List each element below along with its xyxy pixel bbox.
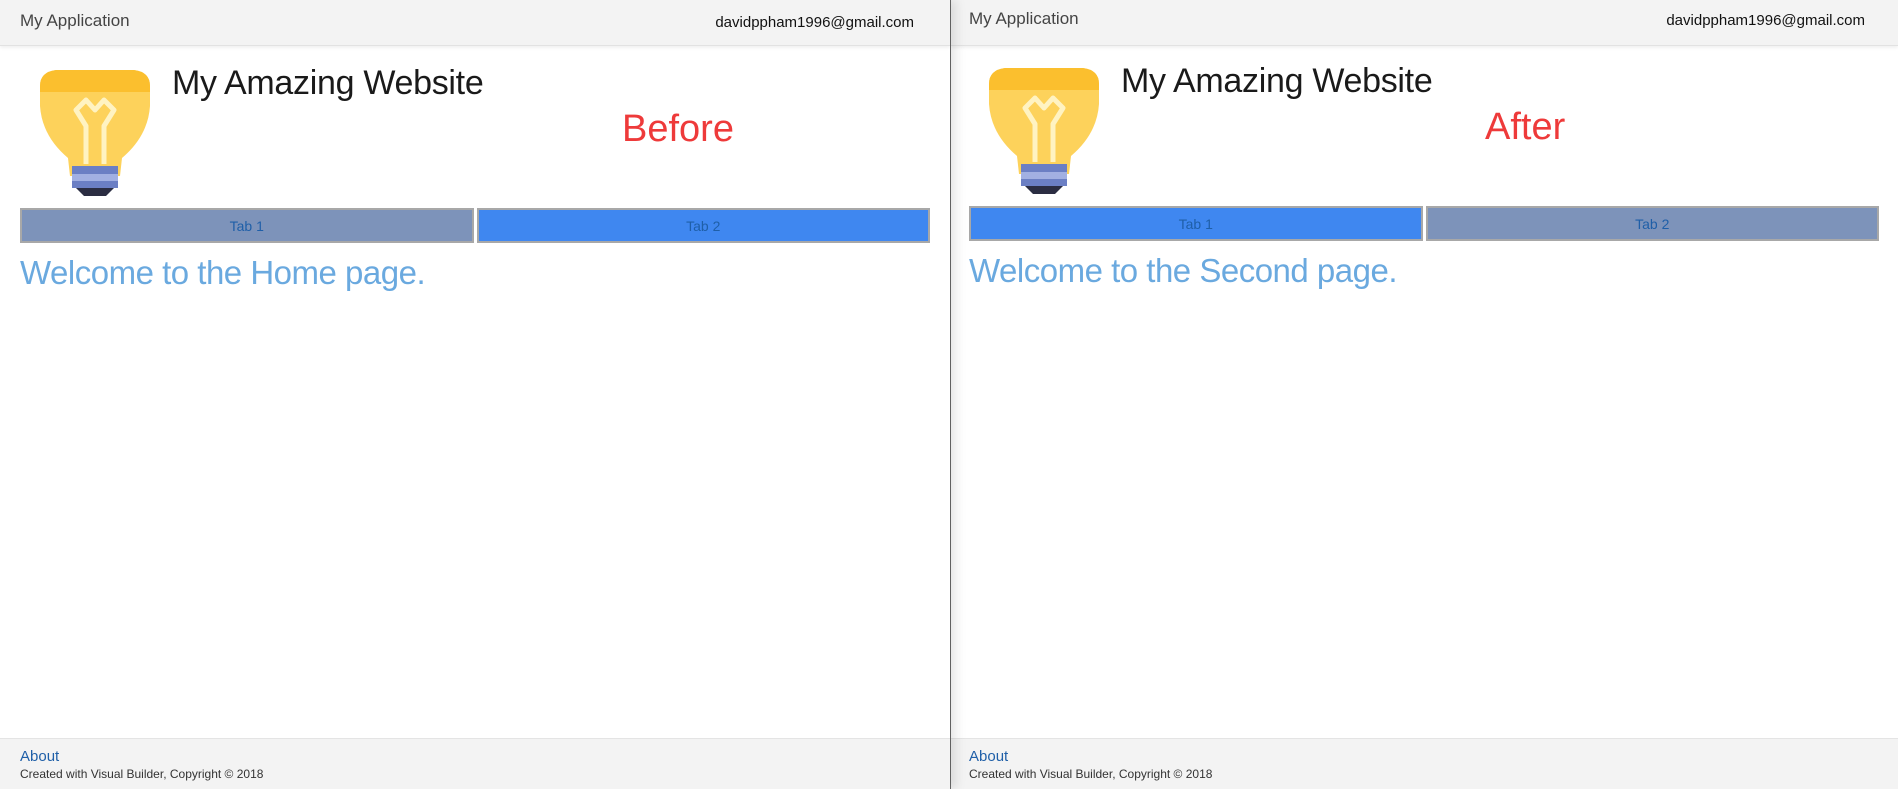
tab-2[interactable]: Tab 2	[476, 208, 930, 243]
after-panel: My Application davidppham1996@gmail.com …	[950, 0, 1898, 789]
navbar: My Application davidppham1996@gmail.com	[0, 0, 950, 46]
tab-1[interactable]: Tab 1	[20, 208, 474, 243]
welcome-message: Welcome to the Second page.	[969, 252, 1398, 289]
tab-2[interactable]: Tab 2	[1425, 206, 1879, 241]
before-panel: My Application davidppham1996@gmail.com …	[0, 0, 950, 789]
lightbulb-icon	[40, 70, 150, 196]
state-label-after: After	[1485, 106, 1566, 148]
tab-bar: Tab 1 Tab 2	[20, 208, 930, 243]
lightbulb-icon	[989, 68, 1099, 194]
site-title: My Amazing Website	[172, 64, 484, 102]
site-title: My Amazing Website	[1121, 62, 1433, 100]
tab-bar: Tab 1 Tab 2	[969, 206, 1879, 241]
copyright-text: Created with Visual Builder, Copyright ©…	[20, 767, 264, 781]
comparison-stage: My Application davidppham1996@gmail.com …	[0, 0, 1898, 789]
about-link[interactable]: About	[969, 748, 1008, 765]
state-label-before: Before	[622, 108, 734, 150]
user-email[interactable]: davidppham1996@gmail.com	[715, 14, 914, 31]
user-email[interactable]: davidppham1996@gmail.com	[1666, 12, 1865, 29]
copyright-text: Created with Visual Builder, Copyright ©…	[969, 767, 1213, 781]
about-link[interactable]: About	[20, 748, 59, 765]
footer: About Created with Visual Builder, Copyr…	[0, 738, 950, 789]
tab-1[interactable]: Tab 1	[969, 206, 1423, 241]
footer: About Created with Visual Builder, Copyr…	[951, 738, 1898, 789]
app-brand[interactable]: My Application	[20, 11, 130, 31]
welcome-message: Welcome to the Home page.	[20, 254, 426, 291]
app-brand[interactable]: My Application	[969, 9, 1079, 29]
navbar: My Application davidppham1996@gmail.com	[951, 0, 1898, 46]
